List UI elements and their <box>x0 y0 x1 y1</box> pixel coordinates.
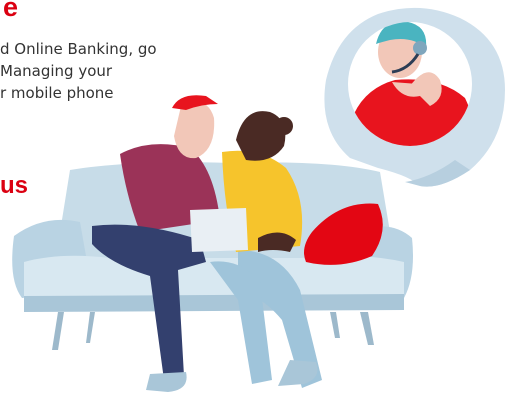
help-section: e d Online Banking, go Managing your r m… <box>0 0 527 396</box>
customer-support-illustration <box>12 7 505 392</box>
speech-bubble <box>324 7 505 187</box>
man-figure <box>92 95 248 392</box>
